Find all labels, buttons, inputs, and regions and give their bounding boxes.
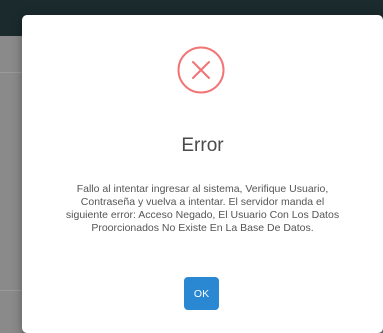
background-divider bbox=[0, 72, 22, 73]
error-x-icon bbox=[176, 45, 226, 95]
error-dialog: Error Fallo al intentar ingresar al sist… bbox=[22, 15, 383, 333]
dialog-title: Error bbox=[181, 135, 224, 156]
background-divider bbox=[0, 290, 22, 291]
background-sidebar bbox=[0, 36, 22, 333]
ok-button[interactable]: OK bbox=[184, 277, 219, 310]
dialog-message: Fallo al intentar ingresar al sistema, V… bbox=[65, 183, 340, 234]
